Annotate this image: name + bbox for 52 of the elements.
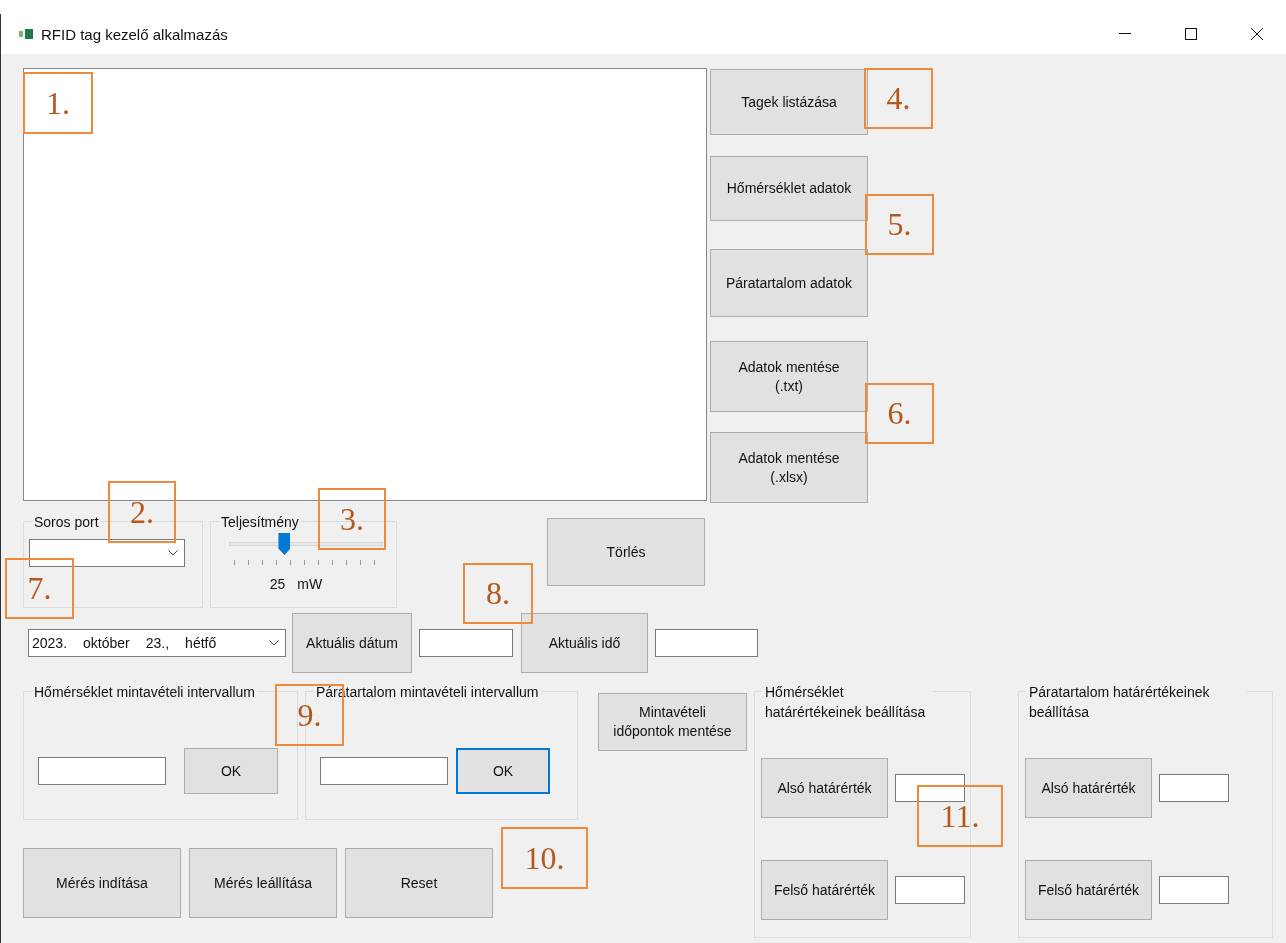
side-button[interactable]: Adatok mentése (.xlsx) — [710, 432, 868, 503]
limit-field[interactable] — [1159, 774, 1229, 802]
side-button[interactable]: Páratartalom adatok — [710, 249, 868, 317]
ok-button[interactable]: OK — [456, 748, 550, 794]
maximize-icon — [1185, 28, 1197, 40]
date-part: október — [83, 635, 130, 651]
annotation-label: 11. — [917, 785, 1003, 847]
annotation-label: 8. — [463, 563, 533, 624]
annotation-label: 4. — [864, 68, 933, 129]
date-button[interactable]: Aktuális dátum — [292, 613, 412, 673]
ok-button[interactable]: OK — [184, 748, 278, 794]
measure-button[interactable]: Mérés leállítása — [189, 848, 337, 918]
date-part: 2023. — [32, 635, 68, 651]
save-sampling-button[interactable]: Mintavételi időpontok mentése — [598, 693, 747, 751]
annotation-label: 3. — [318, 488, 386, 550]
annotation-label: 10. — [501, 827, 588, 889]
limit-field[interactable] — [895, 876, 965, 904]
date-part: 23., — [145, 635, 170, 651]
limit-field[interactable] — [1159, 876, 1229, 904]
measure-button[interactable]: Reset — [345, 848, 493, 918]
slider-thumb[interactable] — [278, 533, 291, 555]
chevron-icon — [269, 640, 279, 646]
limit-button[interactable]: Alsó határérték — [1025, 758, 1152, 818]
annotation-label: 7. — [5, 558, 74, 619]
power-value: 25 — [269, 576, 286, 592]
interval-field[interactable] — [320, 757, 448, 785]
time-button[interactable]: Aktuális idő — [521, 613, 648, 673]
app-icon — [19, 29, 33, 39]
chevron-icon — [168, 550, 178, 556]
annotation-label: 6. — [865, 383, 934, 444]
side-button[interactable]: Tagek listázása — [710, 69, 868, 135]
minimize-icon — [1119, 33, 1131, 35]
time-field[interactable] — [655, 629, 758, 657]
measure-button[interactable]: Mérés indítása — [23, 848, 181, 918]
limit-button[interactable]: Alsó határérték — [761, 758, 888, 818]
side-button[interactable]: Adatok mentése (.txt) — [710, 341, 868, 412]
annotation-label: 2. — [108, 481, 176, 543]
port-dropdown[interactable] — [29, 539, 185, 567]
annotation-label: 5. — [865, 194, 934, 255]
limit-field[interactable] — [895, 774, 965, 802]
limit-button[interactable]: Felső határérték — [1025, 860, 1152, 920]
date-field[interactable] — [419, 629, 513, 657]
interval-field[interactable] — [38, 757, 166, 785]
window-title: RFID tag kezelő alkalmazás — [41, 25, 229, 43]
side-button[interactable]: Hőmérséklet adatok — [710, 156, 868, 221]
date-picker[interactable]: 2023. október 23., hétfő — [28, 629, 286, 657]
limit-button[interactable]: Felső határérték — [761, 860, 888, 920]
close-icon — [1251, 28, 1263, 40]
annotation-label: 1. — [23, 72, 93, 134]
clear-button[interactable]: Törlés — [547, 518, 705, 586]
date-part: hétfő — [185, 635, 217, 651]
power-unit: mW — [297, 576, 323, 592]
